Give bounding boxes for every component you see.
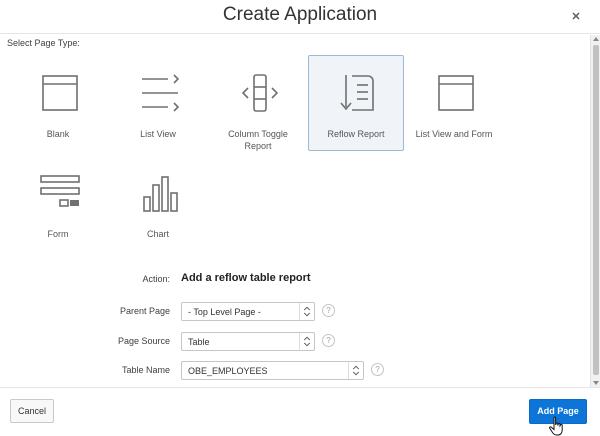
select-arrows-icon: [348, 362, 360, 379]
select-arrows-icon: [299, 303, 311, 320]
parent-page-label: Parent Page: [119, 306, 170, 316]
tile-form-label: Form: [47, 229, 69, 239]
tile-chart[interactable]: Chart: [110, 155, 206, 251]
form-icon: [40, 175, 80, 207]
tile-reflow-report-label: Reflow Report: [327, 129, 385, 139]
list-view-icon: [142, 74, 180, 112]
tile-list-view[interactable]: List View: [110, 55, 206, 151]
tile-blank-label: Blank: [46, 129, 70, 139]
tile-column-toggle-report[interactable]: Column Toggle Report: [210, 55, 306, 151]
tile-list-view-and-form[interactable]: List View and Form: [406, 55, 502, 151]
action-label: Action:: [142, 274, 170, 284]
page-source-help-icon[interactable]: ?: [322, 334, 335, 347]
action-value: Add a reflow table report: [181, 272, 311, 284]
dialog-footer: Cancel Add Page: [0, 387, 600, 436]
scrollbar-thumb[interactable]: [593, 45, 599, 375]
close-icon[interactable]: [569, 9, 583, 23]
tile-list-view-label: List View: [140, 129, 176, 139]
tile-list-view-and-form-label: List View and Form: [415, 129, 493, 139]
parent-page-value: - Top Level Page -: [188, 307, 261, 317]
table-name-row: Table Name OBE_EMPLOYEES ?: [0, 360, 590, 382]
select-page-type-label: Select Page Type:: [7, 38, 80, 48]
list-view-form-icon: [438, 75, 474, 111]
tile-form[interactable]: Form: [10, 155, 106, 251]
page-source-value: Table: [188, 337, 210, 347]
table-name-help-icon[interactable]: ?: [371, 363, 384, 376]
reflow-report-icon: [340, 75, 374, 111]
parent-page-help-icon[interactable]: ?: [322, 304, 335, 317]
page-source-label: Page Source: [117, 336, 170, 346]
page-source-row: Page Source Table ?: [0, 331, 590, 353]
parent-page-select[interactable]: - Top Level Page -: [181, 302, 315, 321]
hand-pointer-cursor-icon: [549, 416, 563, 436]
scroll-down-arrow-icon[interactable]: [593, 381, 599, 385]
action-row: Action: Add a reflow table report: [0, 269, 590, 291]
vertical-scrollbar[interactable]: [590, 35, 600, 387]
tile-column-toggle-report-label: Column Toggle Report: [228, 129, 288, 151]
dialog-body: Select Page Type: Blank List View Column…: [0, 35, 590, 387]
select-arrows-icon: [299, 333, 311, 350]
create-application-dialog: Create Application Select Page Type: Bla…: [0, 0, 600, 436]
page-source-select[interactable]: Table: [181, 332, 315, 351]
parent-page-row: Parent Page - Top Level Page - ?: [0, 301, 590, 323]
chart-icon: [143, 176, 178, 212]
cancel-button[interactable]: Cancel: [10, 399, 54, 423]
dialog-titlebar: Create Application: [0, 0, 600, 34]
table-name-value: OBE_EMPLOYEES: [188, 366, 268, 376]
scroll-up-arrow-icon[interactable]: [593, 37, 599, 41]
tile-blank[interactable]: Blank: [10, 55, 106, 151]
tile-chart-label: Chart: [146, 229, 169, 239]
column-toggle-icon: [241, 74, 279, 112]
tile-reflow-report[interactable]: Reflow Report: [308, 55, 404, 151]
dialog-title: Create Application: [222, 4, 378, 25]
table-name-select[interactable]: OBE_EMPLOYEES: [181, 361, 364, 380]
blank-page-icon: [42, 75, 78, 111]
table-name-label: Table Name: [121, 365, 170, 375]
